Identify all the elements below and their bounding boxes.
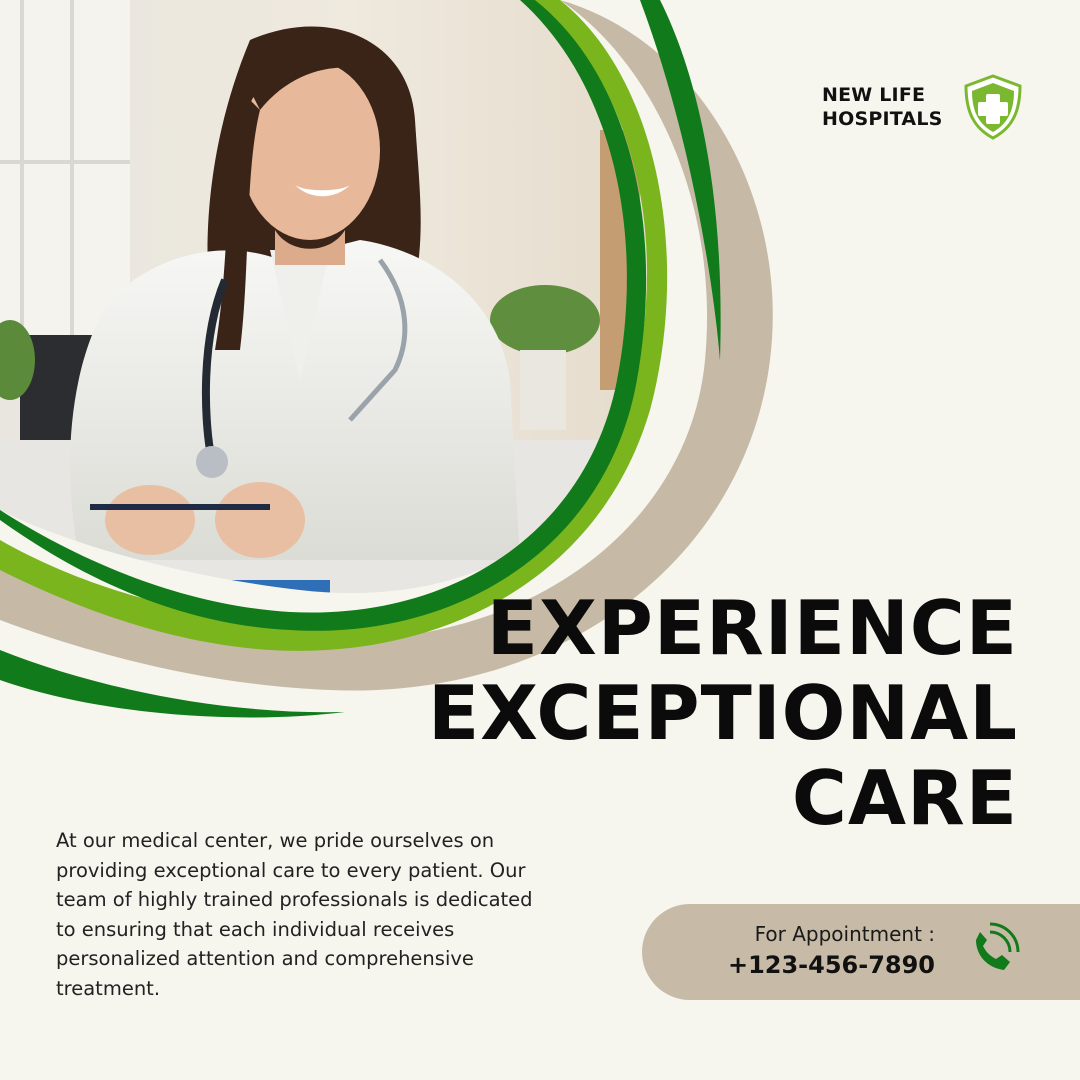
headline-line-2: EXCEPTIONAL bbox=[427, 669, 1018, 757]
headline: EXPERIENCE EXCEPTIONAL CARE bbox=[428, 586, 1018, 841]
brand-name: NEW LIFE HOSPITALS bbox=[822, 84, 943, 130]
poster: NEW LIFE HOSPITALS EXPERIENCE EXCEPTIONA… bbox=[0, 0, 1080, 1080]
phone-icon[interactable] bbox=[962, 920, 1022, 980]
body-paragraph: At our medical center, we pride ourselve… bbox=[56, 829, 533, 1000]
appointment-text: For Appointment : +123-456-7890 bbox=[728, 920, 935, 982]
brand: NEW LIFE HOSPITALS bbox=[822, 74, 1024, 140]
appointment-phone[interactable]: +123-456-7890 bbox=[728, 948, 935, 982]
shield-cross-icon bbox=[964, 74, 1022, 140]
headline-line-1: EXPERIENCE bbox=[486, 584, 1018, 672]
appointment-label: For Appointment : bbox=[754, 922, 935, 946]
